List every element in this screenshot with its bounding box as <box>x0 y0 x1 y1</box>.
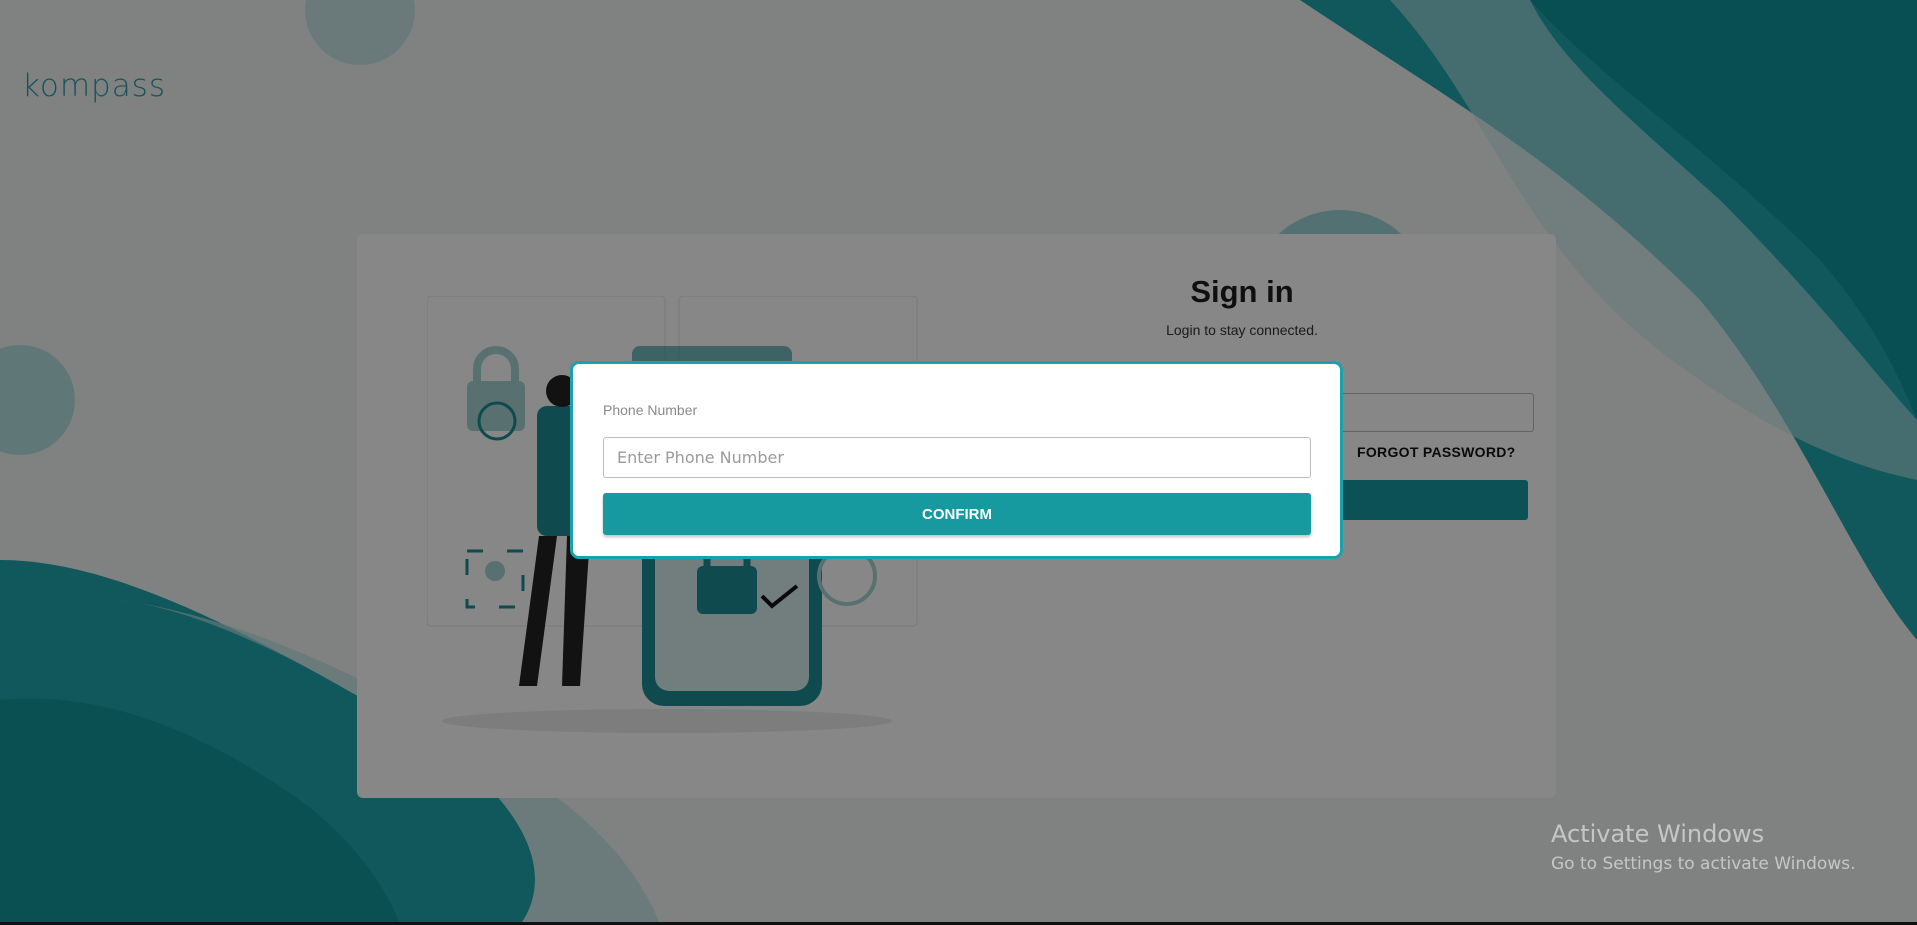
phone-number-modal: Phone Number CONFIRM <box>570 361 1343 559</box>
phone-number-label: Phone Number <box>603 402 698 418</box>
watermark-subtitle: Go to Settings to activate Windows. <box>1551 854 1856 874</box>
confirm-button[interactable]: CONFIRM <box>603 493 1311 535</box>
windows-activation-watermark: Activate Windows Go to Settings to activ… <box>1551 820 1856 874</box>
phone-number-input[interactable] <box>603 437 1311 478</box>
watermark-title: Activate Windows <box>1551 820 1765 848</box>
